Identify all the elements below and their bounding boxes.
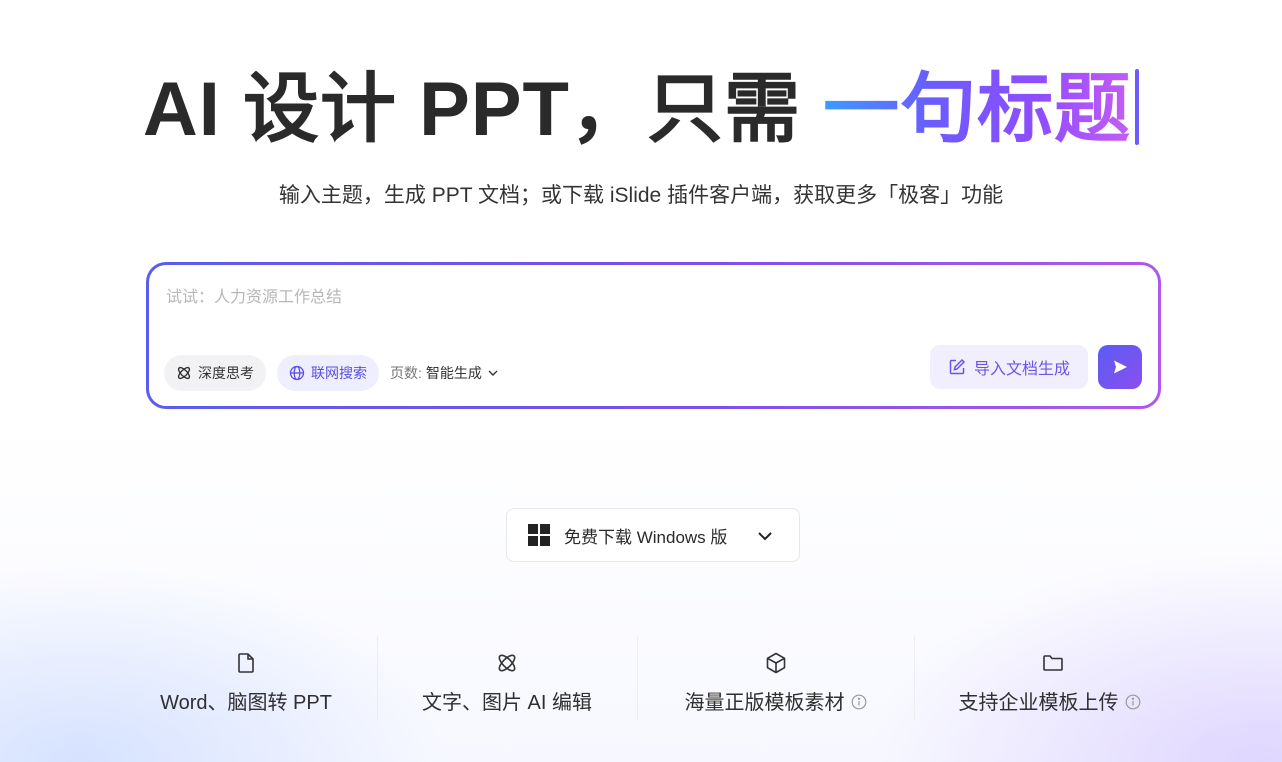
hero-title-plain: AI 设计 PPT，只需 xyxy=(142,67,824,152)
pages-label: 页数: xyxy=(390,365,422,381)
import-document-button[interactable]: 导入文档生成 xyxy=(930,345,1088,389)
send-icon xyxy=(1114,360,1127,374)
info-icon[interactable] xyxy=(1125,691,1141,710)
feature-label: 文字、图片 AI 编辑 xyxy=(421,692,592,714)
globe-icon xyxy=(289,365,305,381)
hero-title: AI 设计 PPT，只需 一句标题 xyxy=(0,62,1282,158)
feature-item-templates: 海量正版模板素材 xyxy=(637,636,914,720)
atom-icon xyxy=(176,365,192,381)
web-search-toggle[interactable]: 联网搜索 xyxy=(277,355,379,391)
file-icon xyxy=(234,651,258,675)
prompt-box: 深度思考 联网搜索 页数: 智能生成 xyxy=(146,262,1161,409)
feature-list: Word、脑图转 PPT 文字、图片 AI 编辑 海量正版模板素材 支持企业模板… xyxy=(115,636,1185,720)
info-icon[interactable] xyxy=(851,691,867,710)
feature-item-enterprise-upload: 支持企业模板上传 xyxy=(914,636,1185,720)
hero-title-highlight: 一句标题 xyxy=(823,67,1132,152)
feature-item-word-to-ppt: Word、脑图转 PPT xyxy=(115,636,377,720)
feature-item-ai-edit: 文字、图片 AI 编辑 xyxy=(377,636,637,720)
feature-label: Word、脑图转 PPT xyxy=(160,692,332,714)
feature-label: 支持企业模板上传 xyxy=(914,690,1185,716)
topic-input[interactable] xyxy=(166,285,1066,311)
typing-caret xyxy=(1135,69,1140,145)
deep-think-toggle[interactable]: 深度思考 xyxy=(164,355,266,391)
pages-value: 智能生成 xyxy=(425,365,482,381)
pages-select[interactable]: 页数: 智能生成 xyxy=(390,355,500,391)
deep-think-label: 深度思考 xyxy=(198,365,254,381)
hero-subtitle: 输入主题，生成 PPT 文档；或下载 iSlide 插件客户端，获取更多「极客」… xyxy=(278,184,1004,207)
chevron-down-icon xyxy=(486,366,500,380)
chevron-down-icon[interactable] xyxy=(755,526,775,546)
download-windows-button[interactable]: 免费下载 Windows 版 xyxy=(506,508,800,562)
cube-icon xyxy=(764,651,788,675)
atom-icon xyxy=(495,651,519,675)
web-search-label: 联网搜索 xyxy=(311,365,367,381)
download-label: 免费下载 Windows 版 xyxy=(564,527,728,547)
prompt-box-inner: 深度思考 联网搜索 页数: 智能生成 xyxy=(149,265,1158,406)
edit-icon xyxy=(948,358,966,376)
import-document-label: 导入文档生成 xyxy=(973,361,1070,378)
feature-label: 海量正版模板素材 xyxy=(637,690,914,716)
send-button[interactable] xyxy=(1098,345,1142,389)
folder-icon xyxy=(1041,651,1065,675)
windows-icon xyxy=(528,524,550,546)
page: AI 设计 PPT，只需 一句标题 输入主题，生成 PPT 文档；或下载 iSl… xyxy=(0,0,1282,762)
